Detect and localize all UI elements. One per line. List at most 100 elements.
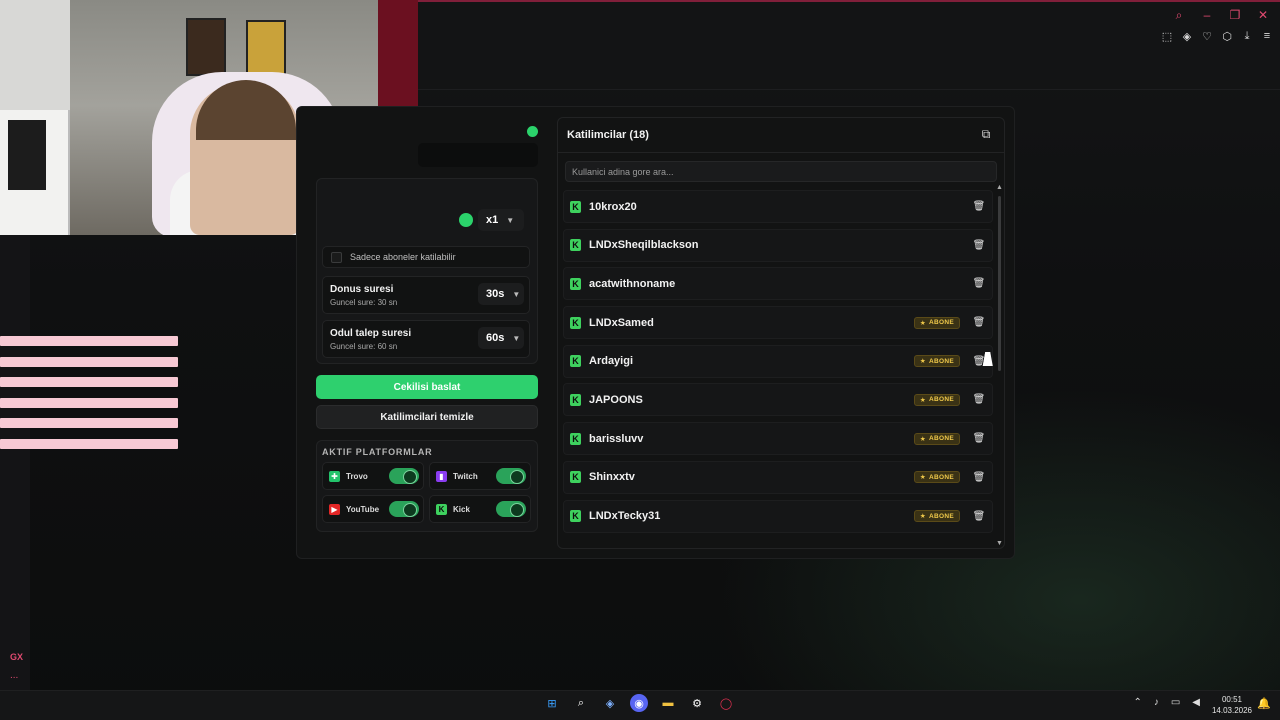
chat-message bbox=[0, 336, 178, 346]
spin-duration-select[interactable]: 30s ▼ bbox=[478, 283, 524, 305]
kick-icon: K bbox=[570, 355, 581, 368]
divider bbox=[558, 152, 1004, 153]
trash-icon[interactable]: 🗑 bbox=[972, 278, 986, 289]
webcam-painting bbox=[186, 18, 226, 76]
participant-row[interactable]: K JAPOONS ★ ABONE 🗑 bbox=[563, 383, 993, 417]
clock-date: 14.03.2026 bbox=[1211, 706, 1253, 715]
platform-kick: K Kick bbox=[429, 495, 531, 523]
kick-icon: K bbox=[570, 200, 581, 213]
chat-message bbox=[0, 418, 178, 428]
participant-search-input[interactable] bbox=[565, 161, 997, 182]
trash-icon[interactable]: 🗑 bbox=[972, 511, 986, 522]
participant-row[interactable]: K acatwithnoname 🗑 bbox=[563, 267, 993, 301]
claim-duration-subtitle: Guncel sure: 60 sn bbox=[330, 342, 398, 351]
multiplier-select[interactable]: x1 ▼ bbox=[478, 209, 524, 231]
claim-duration-title: Odul talep suresi bbox=[330, 328, 412, 339]
extensions-icon[interactable]: ⬡ bbox=[1220, 30, 1234, 43]
heart-icon[interactable]: ♡ bbox=[1200, 30, 1214, 43]
trash-icon[interactable]: 🗑 bbox=[972, 317, 986, 328]
chevron-down-icon: ▼ bbox=[512, 289, 521, 299]
participant-row[interactable]: K LNDxTecky31 ★ ABONE 🗑 bbox=[563, 499, 993, 533]
browser-sidebar bbox=[0, 235, 30, 695]
taskbar-apps: ⊞ ⌕ ◈ ◉ ▬ ⚙ ◯ bbox=[543, 694, 735, 712]
webcam-painting bbox=[246, 20, 286, 78]
opera-gx-icon[interactable]: ◯ bbox=[717, 694, 735, 712]
close-icon[interactable]: ✕ bbox=[1256, 8, 1270, 23]
notification-icon[interactable]: 🔔 bbox=[1257, 697, 1271, 710]
microphone-icon[interactable]: ♪ bbox=[1154, 697, 1159, 708]
scroll-down-icon[interactable]: ▼ bbox=[996, 540, 1003, 547]
restore-icon[interactable]: ❐ bbox=[1228, 8, 1242, 23]
menu-icon[interactable]: ≡ bbox=[1260, 30, 1274, 43]
kick-toggle[interactable] bbox=[496, 501, 526, 517]
name-field[interactable] bbox=[418, 143, 538, 167]
participant-row[interactable]: K LNDxSamed ★ ABONE 🗑 bbox=[563, 306, 993, 340]
trash-icon[interactable]: 🗑 bbox=[972, 240, 986, 251]
kick-icon: K bbox=[570, 510, 581, 522]
subscriber-badge: ★ ABONE bbox=[913, 316, 960, 329]
chat-message bbox=[0, 356, 178, 367]
download-icon[interactable]: ⤓ bbox=[1240, 30, 1254, 43]
file-explorer-icon[interactable]: ▬ bbox=[659, 694, 677, 712]
volume-icon[interactable]: ◀ bbox=[1192, 697, 1200, 708]
monitor-icon[interactable]: ▭ bbox=[1171, 697, 1180, 708]
participant-name: acatwithnoname bbox=[589, 277, 676, 290]
platform-label: Kick bbox=[453, 504, 470, 514]
taskbar-clock[interactable]: 00:51 14.03.2026 bbox=[1208, 694, 1256, 716]
trash-icon[interactable]: 🗑 bbox=[972, 433, 986, 444]
participant-row[interactable]: K barissluvv ★ ABONE 🗑 bbox=[563, 422, 993, 456]
discord-icon[interactable]: ◉ bbox=[630, 694, 648, 712]
subscribers-only-checkbox[interactable] bbox=[331, 251, 342, 263]
windows-start-icon[interactable]: ⊞ bbox=[543, 694, 561, 712]
shield-icon[interactable]: ◈ bbox=[1180, 30, 1194, 43]
chevron-down-icon: ▼ bbox=[506, 215, 515, 225]
chevron-up-icon[interactable]: ⌃ bbox=[1133, 697, 1141, 708]
trash-icon[interactable]: 🗑 bbox=[972, 472, 986, 483]
minimize-icon[interactable]: – bbox=[1200, 8, 1214, 23]
copy-icon[interactable]: ⧉ bbox=[979, 127, 993, 141]
platform-label: YouTube bbox=[346, 504, 380, 514]
trash-icon[interactable]: 🗑 bbox=[972, 201, 986, 212]
system-tray: ⌃ ♪ ▭ ◀ bbox=[1133, 697, 1200, 708]
gx-logo[interactable]: GX bbox=[10, 652, 23, 662]
screenshot-icon[interactable]: ⬚ bbox=[1160, 30, 1174, 43]
webcam-oven bbox=[8, 120, 46, 190]
participant-scrollbar[interactable] bbox=[998, 196, 1001, 371]
star-icon: ★ bbox=[919, 513, 927, 520]
window-controls: ⌕ – ❐ ✕ bbox=[1172, 8, 1270, 23]
participant-row[interactable]: K Ardayigi ★ ABONE 🗑 bbox=[563, 344, 993, 378]
badge-label: ABONE bbox=[929, 319, 954, 327]
search-icon[interactable]: ⌕ bbox=[572, 694, 590, 712]
participant-row[interactable]: K 10krox20 🗑 bbox=[563, 190, 993, 223]
kick-icon: K bbox=[570, 471, 581, 484]
claim-duration-select[interactable]: 60s ▼ bbox=[478, 327, 524, 349]
app-icon[interactable]: ◈ bbox=[601, 694, 619, 712]
clear-participants-button[interactable]: Katilimcilari temizle bbox=[316, 405, 538, 429]
participant-row[interactable]: K LNDxSheqilblackson 🗑 bbox=[563, 228, 993, 262]
youtube-toggle[interactable] bbox=[389, 501, 419, 517]
platforms-title: AKTIF PLATFORMLAR bbox=[322, 447, 433, 457]
start-giveaway-button[interactable]: Cekilisi baslat bbox=[316, 375, 538, 399]
multiplier-value: x1 bbox=[486, 214, 499, 226]
participant-row[interactable]: K Shinxxtv ★ ABONE 🗑 bbox=[563, 460, 993, 494]
trash-icon[interactable]: 🗑 bbox=[972, 394, 986, 405]
participant-list: K 10krox20 🗑 K LNDxSheqilblackson 🗑 K ac… bbox=[563, 190, 993, 538]
subscribers-only-row[interactable]: Sadece aboneler katilabilir bbox=[322, 246, 530, 268]
steam-icon[interactable]: ⚙ bbox=[688, 694, 706, 712]
spin-duration-value: 30s bbox=[486, 288, 505, 300]
star-icon: ★ bbox=[919, 319, 927, 327]
participant-name: Ardayigi bbox=[589, 355, 634, 368]
trovo-toggle[interactable] bbox=[389, 468, 419, 484]
chat-message bbox=[0, 397, 178, 408]
badge-label: ABONE bbox=[929, 473, 954, 481]
platform-twitch: ▮ Twitch bbox=[429, 462, 531, 490]
chevron-down-icon: ▼ bbox=[512, 333, 521, 343]
search-icon[interactable]: ⌕ bbox=[1172, 8, 1186, 23]
star-icon: ★ bbox=[919, 474, 927, 482]
subscriber-badge: ★ ABONE bbox=[913, 510, 960, 522]
kick-icon: K bbox=[436, 503, 447, 515]
scroll-up-icon[interactable]: ▲ bbox=[996, 184, 1003, 191]
twitch-toggle[interactable] bbox=[496, 468, 526, 484]
chat-message bbox=[0, 438, 178, 449]
more-icon[interactable]: ... bbox=[10, 670, 18, 681]
